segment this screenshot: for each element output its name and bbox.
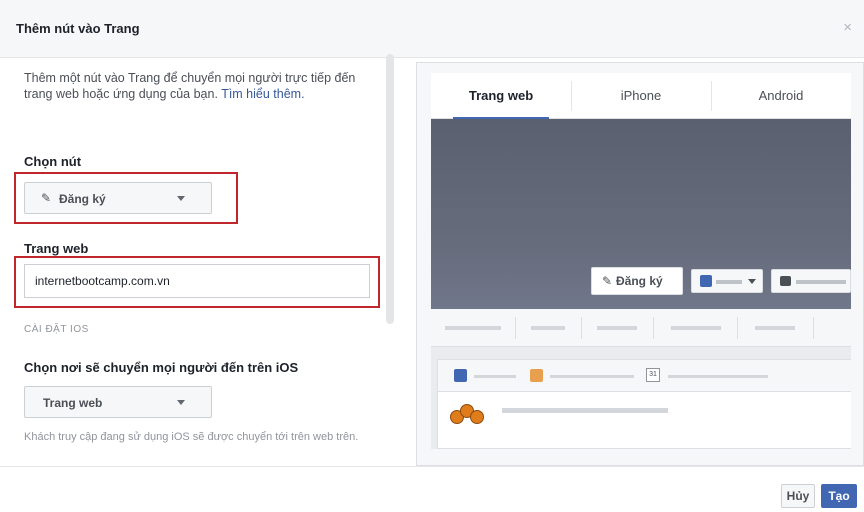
placeholder-bar bbox=[445, 326, 501, 330]
chevron-down-icon bbox=[748, 279, 756, 284]
ios-helper-text: Khách truy cập đang sử dụng iOS sẽ được … bbox=[24, 431, 359, 443]
preview-composer: 31 bbox=[437, 359, 851, 449]
photo-icon bbox=[530, 369, 543, 382]
dialog-title: Thêm nút vào Trang bbox=[16, 21, 140, 36]
message-icon bbox=[780, 276, 791, 286]
page-preview: ✎ Đăng ký 31 bbox=[431, 119, 851, 449]
preview-message-button bbox=[771, 269, 851, 293]
dialog-footer: Hủy Tạo bbox=[0, 466, 864, 512]
settings-panel: Thêm một nút vào Trang để chuyển mọi ngư… bbox=[10, 58, 398, 466]
thumbs-up-icon bbox=[700, 275, 712, 287]
preview-nav-row bbox=[431, 309, 851, 347]
intro-description: Thêm một nút vào Trang để chuyển mọi ngư… bbox=[24, 71, 356, 101]
placeholder-bar bbox=[531, 326, 565, 330]
placeholder-bar bbox=[671, 326, 721, 330]
calendar-icon: 31 bbox=[646, 368, 660, 382]
preview-cta-label: Đăng ký bbox=[616, 274, 663, 288]
tab-website[interactable]: Trang web bbox=[431, 73, 571, 120]
placeholder-bar bbox=[755, 326, 795, 330]
placeholder-bar bbox=[550, 375, 634, 378]
preview-like-button bbox=[691, 269, 763, 293]
learn-more-link[interactable]: Tìm hiểu thêm. bbox=[221, 87, 304, 101]
tab-android[interactable]: Android bbox=[711, 73, 851, 119]
preview-panel: Trang web iPhone Android ✎ Đăng ký 31 bbox=[416, 62, 864, 466]
pencil-icon bbox=[454, 369, 467, 382]
composer-toolbar: 31 bbox=[438, 360, 851, 392]
nav-divider bbox=[653, 317, 654, 339]
ios-destination-value: Trang web bbox=[43, 396, 103, 410]
chevron-down-icon bbox=[177, 400, 185, 405]
platform-tabs: Trang web iPhone Android bbox=[431, 73, 851, 120]
choose-button-dropdown[interactable]: ✎ Đăng ký bbox=[24, 182, 212, 214]
nav-divider bbox=[737, 317, 738, 339]
intro-text: Thêm một nút vào Trang để chuyển mọi ngư… bbox=[24, 70, 374, 102]
placeholder-bar bbox=[474, 375, 516, 378]
cancel-button[interactable]: Hủy bbox=[781, 484, 815, 508]
nav-divider bbox=[515, 317, 516, 339]
nav-divider bbox=[581, 317, 582, 339]
close-icon[interactable]: × bbox=[843, 20, 852, 35]
preview-cta-button: ✎ Đăng ký bbox=[591, 267, 683, 295]
ios-destination-label: Chọn nơi sẽ chuyển mọi người đến trên iO… bbox=[24, 360, 299, 375]
add-button-dialog: Thêm nút vào Trang × Thêm một nút vào Tr… bbox=[0, 0, 864, 512]
placeholder-bar bbox=[502, 408, 668, 413]
website-label: Trang web bbox=[24, 241, 89, 256]
pencil-icon: ✎ bbox=[602, 274, 613, 288]
placeholder-bar bbox=[597, 326, 637, 330]
choose-button-label: Chọn nút bbox=[24, 154, 82, 169]
dialog-header: Thêm nút vào Trang × bbox=[0, 0, 864, 58]
ios-destination-dropdown[interactable]: Trang web bbox=[24, 386, 212, 418]
placeholder-bar bbox=[796, 280, 846, 284]
tab-iphone[interactable]: iPhone bbox=[571, 73, 711, 119]
placeholder-bar bbox=[716, 280, 742, 284]
nav-divider bbox=[813, 317, 814, 339]
panel-scrollbar[interactable] bbox=[386, 54, 394, 324]
chevron-down-icon bbox=[177, 196, 185, 201]
placeholder-bar bbox=[668, 375, 768, 378]
choose-button-value: Đăng ký bbox=[59, 192, 106, 206]
pencil-icon: ✎ bbox=[41, 191, 52, 205]
avatar bbox=[450, 404, 486, 426]
website-input[interactable]: internetbootcamp.com.vn bbox=[24, 264, 370, 298]
ios-settings-heading: CÀI ĐẶT IOS bbox=[24, 324, 89, 335]
create-button[interactable]: Tạo bbox=[821, 484, 857, 508]
